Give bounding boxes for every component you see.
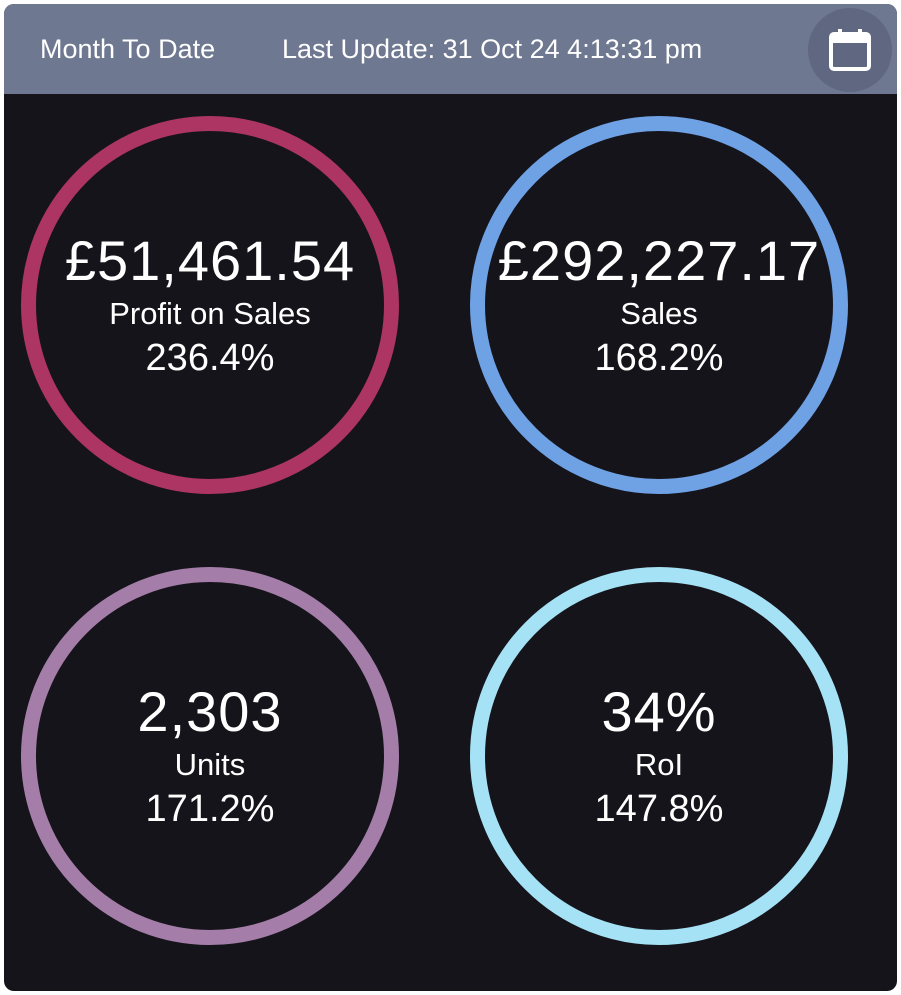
roi-kpi[interactable]: 34% RoI 147.8% [470,567,848,945]
kpi-value: 2,303 [137,680,283,743]
kpi-value: 34% [601,680,717,743]
calendar-button[interactable] [808,8,892,92]
kpi-value: £292,227.17 [497,229,821,292]
kpi-change: 171.2% [145,788,275,830]
dashboard-panel: Month To Date Last Update: 31 Oct 24 4:1… [4,4,897,991]
kpi-label: Profit on Sales [109,296,311,331]
last-update-text: Last Update: 31 Oct 24 4:13:31 pm [282,34,703,64]
units-kpi[interactable]: 2,303 Units 171.2% [21,567,399,945]
calendar-icon [829,29,871,71]
kpi-change: 168.2% [594,337,724,379]
header-bar: Month To Date Last Update: 31 Oct 24 4:1… [4,4,897,94]
kpi-change: 236.4% [145,337,275,379]
kpi-label: RoI [634,747,684,782]
kpi-label: Sales [620,296,698,331]
kpi-change: 147.8% [594,788,724,830]
period-label[interactable]: Month To Date [40,32,215,66]
profit-on-sales-kpi[interactable]: £51,461.54 Profit on Sales 236.4% [21,116,399,494]
kpi-value: £51,461.54 [64,229,356,292]
kpi-label: Units [174,747,246,782]
sales-kpi[interactable]: £292,227.17 Sales 168.2% [470,116,848,494]
